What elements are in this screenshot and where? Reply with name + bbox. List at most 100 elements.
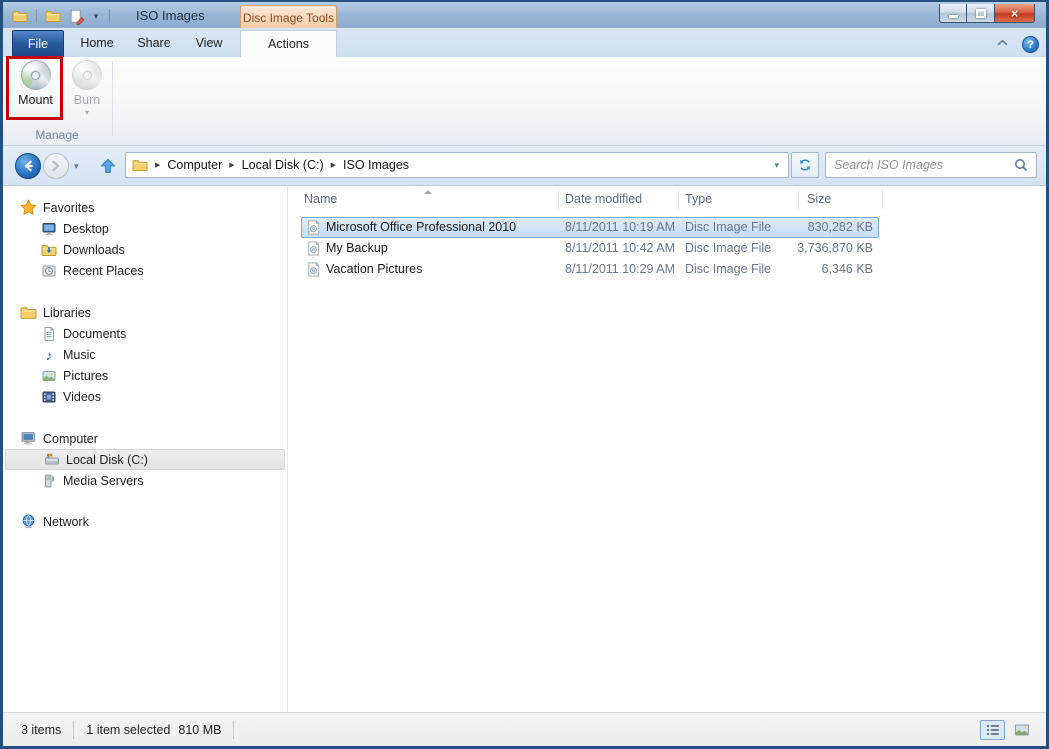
status-divider bbox=[233, 721, 234, 739]
sidebar-item-recent-places[interactable]: Recent Places bbox=[3, 260, 287, 281]
recent-places-icon bbox=[41, 263, 57, 279]
ribbon-tab-bar: File Home Share View Actions bbox=[3, 28, 1046, 57]
local-disk-icon bbox=[44, 452, 60, 468]
search-icon[interactable] bbox=[1013, 157, 1029, 173]
disc-image-file-icon bbox=[306, 220, 321, 235]
file-row-selected[interactable]: Microsoft Office Professional 2010 8/11/… bbox=[288, 217, 1046, 238]
qat-customize-dropdown[interactable]: ▾ bbox=[90, 7, 102, 25]
sidebar-item-videos[interactable]: Videos bbox=[3, 386, 287, 407]
maximize-button[interactable] bbox=[967, 4, 995, 23]
file-size: 3,736,870 KB bbox=[768, 238, 873, 259]
breadcrumb-arrow-icon: ▶ bbox=[229, 161, 234, 169]
column-header-row: Name Date modified Type Size bbox=[288, 186, 1046, 213]
libraries-icon bbox=[20, 304, 37, 321]
qat-folder-button[interactable] bbox=[44, 7, 62, 25]
thumbnails-view-button[interactable] bbox=[1009, 720, 1034, 740]
column-separator[interactable] bbox=[882, 190, 883, 209]
ribbon-group-divider bbox=[112, 62, 113, 136]
tab-share[interactable]: Share bbox=[127, 30, 181, 57]
music-note-icon: ♪ bbox=[41, 347, 57, 363]
titlebar: ▾ ISO Images Disc Image Tools × bbox=[3, 2, 1046, 28]
back-button[interactable] bbox=[15, 153, 41, 179]
burn-dropdown-icon: ▾ bbox=[85, 108, 89, 117]
column-header-size[interactable]: Size bbox=[807, 186, 831, 213]
burn-button-label: Burn bbox=[74, 93, 100, 107]
close-icon: × bbox=[1011, 6, 1019, 21]
ribbon-group-label: Manage bbox=[6, 128, 108, 142]
breadcrumb-arrow-icon: ▶ bbox=[155, 161, 160, 169]
ribbon-actions-panel bbox=[3, 57, 1046, 146]
thumbnails-view-icon bbox=[1014, 722, 1030, 738]
breadcrumb-iso-images[interactable]: ISO Images bbox=[343, 158, 409, 172]
column-header-type[interactable]: Type bbox=[685, 186, 712, 213]
address-dropdown-icon[interactable]: ▾ bbox=[774, 160, 779, 171]
sidebar-label: Documents bbox=[63, 327, 126, 341]
qat-separator bbox=[36, 9, 37, 23]
file-name: Vacation Pictures bbox=[326, 259, 422, 280]
sidebar-item-pictures[interactable]: Pictures bbox=[3, 365, 287, 386]
mount-disc-icon bbox=[21, 60, 51, 90]
qat-separator bbox=[109, 9, 110, 23]
navigation-pane: Favorites Desktop Downloads Recent Place… bbox=[3, 186, 287, 712]
column-header-name[interactable]: Name bbox=[304, 186, 337, 213]
documents-icon bbox=[41, 326, 57, 342]
address-bar[interactable]: ▶ Computer ▶ Local Disk (C:) ▶ ISO Image… bbox=[125, 152, 789, 178]
sidebar-section-network[interactable]: Network bbox=[3, 511, 287, 532]
sidebar-item-downloads[interactable]: Downloads bbox=[3, 239, 287, 260]
close-button[interactable]: × bbox=[995, 4, 1035, 23]
sidebar-section-computer[interactable]: Computer bbox=[3, 428, 287, 449]
sidebar-label: Pictures bbox=[63, 369, 108, 383]
sidebar-section-libraries[interactable]: Libraries bbox=[3, 302, 287, 323]
column-header-date-modified[interactable]: Date modified bbox=[565, 186, 642, 213]
star-icon bbox=[20, 199, 37, 216]
details-view-icon bbox=[985, 722, 1001, 738]
search-input[interactable] bbox=[826, 158, 1013, 172]
details-view-button[interactable] bbox=[980, 720, 1005, 740]
breadcrumb-arrow-icon: ▶ bbox=[331, 161, 336, 169]
file-size: 6,346 KB bbox=[768, 259, 873, 280]
burn-button[interactable]: Burn ▾ bbox=[64, 60, 110, 117]
file-row[interactable]: Vacation Pictures 8/11/2011 10:29 AM Dis… bbox=[288, 259, 1046, 280]
burn-disc-icon bbox=[72, 60, 102, 90]
tab-home[interactable]: Home bbox=[69, 30, 125, 57]
sidebar-item-media-servers[interactable]: Media Servers bbox=[3, 470, 287, 491]
contextual-tab-disc-image-tools[interactable]: Disc Image Tools bbox=[240, 5, 337, 30]
sidebar-item-desktop[interactable]: Desktop bbox=[3, 218, 287, 239]
tab-view[interactable]: View bbox=[183, 30, 235, 57]
sidebar-section-favorites[interactable]: Favorites bbox=[3, 197, 287, 218]
file-date-modified: 8/11/2011 10:19 AM bbox=[565, 217, 675, 238]
file-type: Disc Image File bbox=[685, 259, 771, 280]
qat-properties-button[interactable] bbox=[67, 7, 85, 25]
file-row[interactable]: My Backup 8/11/2011 10:42 AM Disc Image … bbox=[288, 238, 1046, 259]
status-bar: 3 items 1 item selected 810 MB bbox=[3, 712, 1046, 746]
breadcrumb-computer[interactable]: Computer bbox=[167, 158, 222, 172]
videos-icon bbox=[41, 389, 57, 405]
sidebar-label: Network bbox=[43, 515, 89, 529]
mount-button[interactable]: Mount bbox=[10, 60, 61, 107]
tab-actions[interactable]: Actions bbox=[240, 30, 337, 57]
computer-icon bbox=[20, 430, 37, 447]
sidebar-item-documents[interactable]: Documents bbox=[3, 323, 287, 344]
minimize-ribbon-button[interactable] bbox=[995, 36, 1010, 53]
sidebar-label: Recent Places bbox=[63, 264, 144, 278]
downloads-icon bbox=[41, 242, 57, 258]
navigation-bar: ▾ ▶ Computer ▶ Local Disk (C:) ▶ ISO Ima… bbox=[3, 146, 1046, 186]
breadcrumb-local-disk-c[interactable]: Local Disk (C:) bbox=[242, 158, 324, 172]
sidebar-item-local-disk-c[interactable]: Local Disk (C:) bbox=[5, 449, 285, 470]
column-separator[interactable] bbox=[558, 190, 559, 209]
sort-ascending-icon bbox=[424, 190, 432, 194]
up-button[interactable] bbox=[95, 152, 121, 180]
column-separator[interactable] bbox=[798, 190, 799, 209]
tab-file[interactable]: File bbox=[12, 30, 64, 57]
sidebar-item-music[interactable]: ♪ Music bbox=[3, 344, 287, 365]
minimize-button[interactable] bbox=[939, 4, 967, 23]
refresh-button[interactable] bbox=[791, 152, 819, 178]
help-icon[interactable]: ? bbox=[1022, 36, 1039, 53]
recent-pages-dropdown[interactable]: ▾ bbox=[74, 161, 79, 172]
pictures-icon bbox=[41, 368, 57, 384]
file-size: 830,282 KB bbox=[768, 217, 873, 238]
column-separator[interactable] bbox=[678, 190, 679, 209]
forward-button[interactable] bbox=[43, 153, 69, 179]
app-icon[interactable] bbox=[11, 7, 29, 25]
explorer-window: ▾ ISO Images Disc Image Tools × File Hom… bbox=[0, 0, 1049, 749]
